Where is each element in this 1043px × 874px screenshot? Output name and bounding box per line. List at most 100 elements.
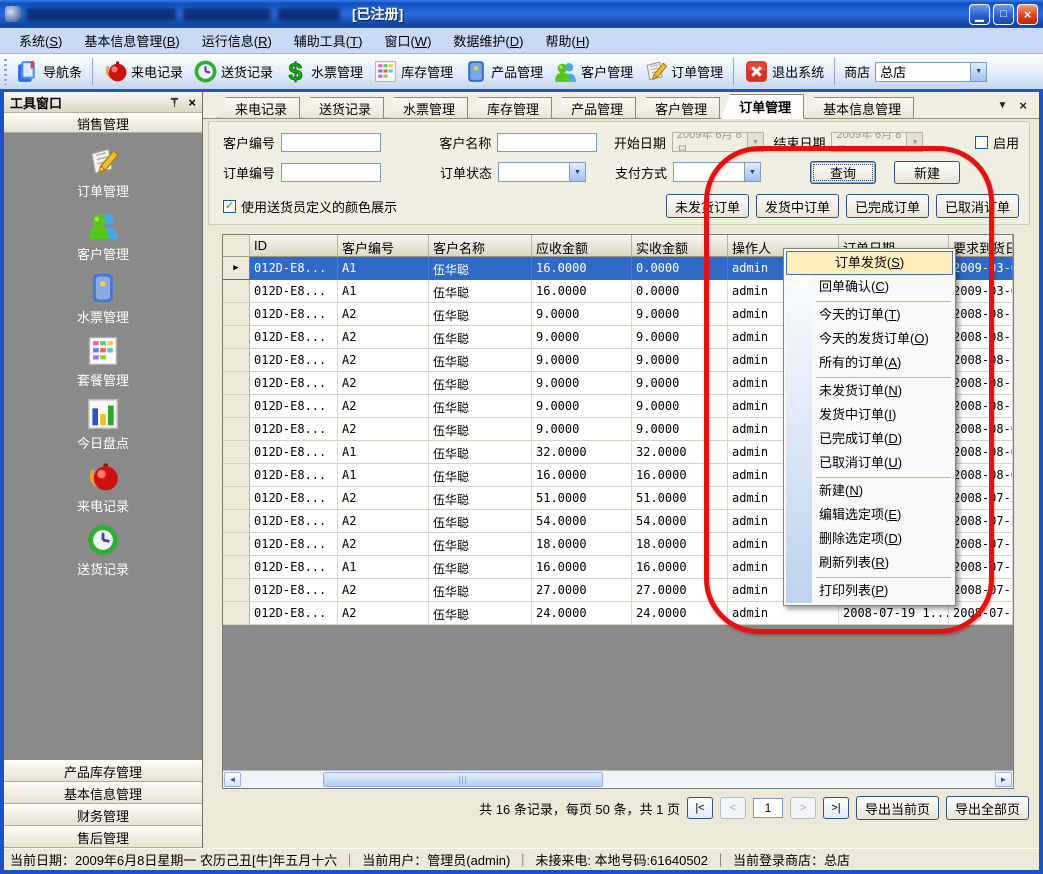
grid-column-header-实收金额[interactable]: 实收金额 (632, 235, 728, 256)
tab-list-dropdown-icon[interactable]: ▼ (998, 100, 1008, 111)
tab-客户管理[interactable]: 客户管理 (637, 97, 720, 118)
context-menu-item-编辑选定项[interactable]: 编辑选定项(E) (786, 503, 953, 527)
cell-required_date: 2008-07-19 1... (949, 602, 1013, 625)
sidebar-item-送货记录[interactable]: 送货记录 (4, 523, 202, 586)
context-menu-item-未发货订单[interactable]: 未发货订单(N) (786, 379, 953, 403)
context-menu-item-订单发货[interactable]: 订单发货(S) (786, 251, 953, 275)
sidebar-item-今日盘点[interactable]: 今日盘点 (4, 397, 202, 460)
tab-产品管理[interactable]: 产品管理 (553, 97, 636, 118)
start-date-picker[interactable]: 2009年 6月 8日 ▼ (672, 132, 764, 152)
context-menu-item-今天的发货订单[interactable]: 今天的发货订单(O) (786, 327, 953, 351)
grid-column-header-要求到货日期[interactable]: 要求到货日期 (949, 235, 1013, 256)
menu-item-基本信息管理[interactable]: 基本信息管理(B) (73, 27, 190, 54)
context-menu-item-今天的订单[interactable]: 今天的订单(T) (786, 303, 953, 327)
pin-icon[interactable] (169, 97, 180, 108)
sidebar-item-套餐管理[interactable]: 套餐管理 (4, 334, 202, 397)
toolbar-button-订单管理[interactable]: 订单管理 (638, 57, 728, 86)
menu-item-数据维护[interactable]: 数据维护(D) (442, 27, 534, 54)
sidebar-group-财务管理[interactable]: 财务管理 (4, 804, 202, 826)
end-date-picker[interactable]: 2009年 6月 8日 ▼ (831, 132, 923, 152)
toolbar-button-送货记录[interactable]: 送货记录 (188, 57, 278, 86)
tab-来电记录[interactable]: 来电记录 (217, 97, 300, 118)
toolbar-button-导航条[interactable]: 导航条 (10, 57, 87, 86)
context-menu-item-所有的订单[interactable]: 所有的订单(A) (786, 351, 953, 375)
next-page-button[interactable]: > (790, 797, 816, 819)
order-no-input[interactable] (281, 163, 381, 182)
sidebar-group-sales[interactable]: 销售管理 (4, 113, 202, 133)
cell-received: 9.0000 (632, 372, 728, 395)
context-menu-item-刷新列表[interactable]: 刷新列表(R) (786, 551, 953, 575)
shop-select[interactable]: 总店▼ (875, 62, 987, 82)
enable-checkbox[interactable] (975, 136, 988, 149)
toolbar-button-库存管理[interactable]: 库存管理 (368, 57, 458, 86)
tab-close-icon[interactable]: × (1019, 98, 1027, 113)
customer-name-input[interactable] (497, 133, 597, 152)
filter-button-已完成订单[interactable]: 已完成订单 (846, 194, 929, 218)
grid-column-header-indicator[interactable] (223, 235, 250, 256)
context-menu-item-打印列表[interactable]: 打印列表(P) (786, 579, 953, 603)
bell-icon (86, 460, 120, 494)
query-button[interactable]: 查询 (810, 161, 876, 184)
new-button[interactable]: 新建 (894, 161, 960, 184)
context-menu-item-回单确认[interactable]: 回单确认(C) (786, 275, 953, 299)
menu-item-窗口[interactable]: 窗口(W) (373, 27, 442, 54)
cell-required_date: 2008-07-20 1... (949, 510, 1013, 533)
color-display-checkbox[interactable]: ✓ (223, 200, 236, 213)
toolbar-button-水票管理[interactable]: $水票管理 (278, 57, 368, 86)
scrollbar-track[interactable] (241, 772, 995, 787)
redacted-text-block (26, 8, 176, 21)
last-page-button[interactable]: >| (823, 797, 849, 819)
scroll-left-icon[interactable]: ◄ (224, 772, 241, 787)
toolbar-button-来电记录[interactable]: 来电记录 (98, 57, 188, 86)
grid-column-header-应收金额[interactable]: 应收金额 (532, 235, 632, 256)
toolbar-button-退出系统[interactable]: 退出系统 (739, 57, 829, 86)
context-menu-item-新建[interactable]: 新建(N) (786, 479, 953, 503)
export-current-page-button[interactable]: 导出当前页 (856, 796, 939, 820)
tab-基本信息管理[interactable]: 基本信息管理 (805, 97, 914, 118)
prev-page-button[interactable]: < (720, 797, 746, 819)
tab-送货记录[interactable]: 送货记录 (301, 97, 384, 118)
menu-item-帮助[interactable]: 帮助(H) (534, 27, 600, 54)
grid-column-header-客户编号[interactable]: 客户编号 (338, 235, 429, 256)
context-menu-item-删除选定项[interactable]: 删除选定项(D) (786, 527, 953, 551)
filter-button-发货中订单[interactable]: 发货中订单 (756, 194, 839, 218)
filter-button-未发货订单[interactable]: 未发货订单 (666, 194, 749, 218)
minimize-button[interactable]: ▁ (969, 4, 990, 25)
sidebar-item-订单管理[interactable]: 订单管理 (4, 145, 202, 208)
pay-method-select[interactable]: ▼ (673, 162, 761, 182)
grid-column-header-ID[interactable]: ID (250, 235, 338, 256)
toolbar-button-客户管理[interactable]: 客户管理 (548, 57, 638, 86)
sidebar-item-来电记录[interactable]: 来电记录 (4, 460, 202, 523)
cell-customer_no: A2 (338, 349, 429, 372)
toolbar-button-产品管理[interactable]: 产品管理 (458, 57, 548, 86)
shop-label: 商店 (844, 62, 870, 81)
page-number-input[interactable] (753, 798, 783, 818)
scroll-right-icon[interactable]: ► (995, 772, 1012, 787)
scrollbar-thumb[interactable] (323, 772, 603, 787)
context-menu-item-已取消订单[interactable]: 已取消订单(U) (786, 451, 953, 475)
first-page-button[interactable]: |< (687, 797, 713, 819)
tab-订单管理[interactable]: 订单管理 (721, 94, 804, 119)
cell-required_date: 2008-08-05 2... (949, 464, 1013, 487)
context-menu-item-已完成订单[interactable]: 已完成订单(D) (786, 427, 953, 451)
customer-no-input[interactable] (281, 133, 381, 152)
close-button[interactable]: × (1017, 4, 1038, 25)
menu-item-运行信息[interactable]: 运行信息(R) (191, 27, 283, 54)
order-status-select[interactable]: ▼ (498, 162, 586, 182)
sidebar-item-客户管理[interactable]: 客户管理 (4, 208, 202, 271)
export-all-pages-button[interactable]: 导出全部页 (946, 796, 1029, 820)
tool-window-close-icon[interactable]: × (188, 96, 196, 109)
sidebar-group-基本信息管理[interactable]: 基本信息管理 (4, 782, 202, 804)
sidebar-group-产品库存管理[interactable]: 产品库存管理 (4, 760, 202, 782)
grid-column-header-客户名称[interactable]: 客户名称 (429, 235, 532, 256)
sidebar-group-售后管理[interactable]: 售后管理 (4, 826, 202, 848)
context-menu-item-发货中订单[interactable]: 发货中订单(I) (786, 403, 953, 427)
tab-库存管理[interactable]: 库存管理 (469, 97, 552, 118)
maximize-button[interactable]: □ (993, 4, 1014, 25)
horizontal-scrollbar[interactable]: ◄ ► (223, 770, 1013, 788)
tab-水票管理[interactable]: 水票管理 (385, 97, 468, 118)
sidebar-item-水票管理[interactable]: 水票管理 (4, 271, 202, 334)
menu-item-辅助工具[interactable]: 辅助工具(T) (283, 27, 374, 54)
menu-item-系统[interactable]: 系统(S) (8, 27, 73, 54)
filter-button-已取消订单[interactable]: 已取消订单 (936, 194, 1019, 218)
